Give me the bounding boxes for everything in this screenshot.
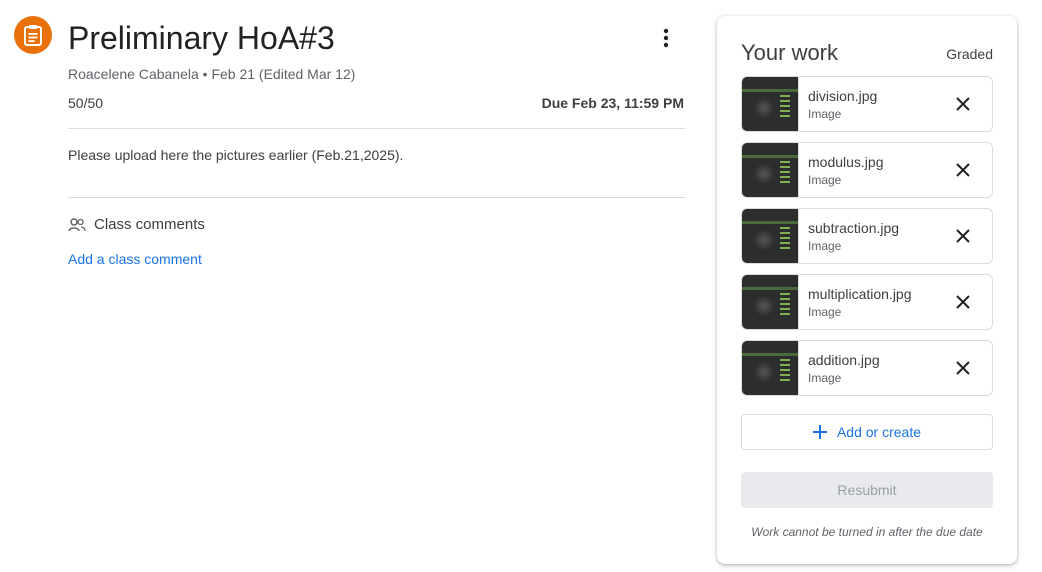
remove-attachment-button[interactable] [952,159,974,181]
plus-icon [812,425,827,439]
add-or-create-button[interactable]: Add or create [741,414,993,450]
class-comments-header: Class comments [68,216,205,233]
attachment-name: division.jpg [808,87,878,104]
attachment-item[interactable]: modulus.jpg Image [741,142,993,198]
close-icon [956,97,970,111]
attachment-item[interactable]: subtraction.jpg Image [741,208,993,264]
close-icon [956,163,970,177]
attachment-name: addition.jpg [808,351,880,368]
status-badge: Graded [946,46,993,62]
image-thumbnail [742,275,799,329]
attachment-type: Image [808,106,842,121]
attachment-list: division.jpg Image modulus.jpg Image sub… [741,76,993,406]
due-date-note: Work cannot be turned in after the due d… [751,525,983,539]
remove-attachment-button[interactable] [952,291,974,313]
close-icon [956,361,970,375]
close-icon [956,295,970,309]
close-icon [956,229,970,243]
remove-attachment-button[interactable] [952,93,974,115]
assignment-icon [14,16,52,54]
attachment-type: Image [808,304,842,319]
remove-attachment-button[interactable] [952,357,974,379]
assignment-meta: Roacelene Cabanela • Feb 21 (Edited Mar … [68,66,356,82]
attachment-name: multiplication.jpg [808,285,912,302]
assignment-description: Please upload here the pictures earlier … [68,147,404,163]
resubmit-button[interactable]: Resubmit [741,472,993,508]
image-thumbnail [742,341,799,395]
attachment-type: Image [808,172,842,187]
class-comments-label: Class comments [94,216,205,233]
add-or-create-label: Add or create [836,424,922,440]
attachment-item[interactable]: multiplication.jpg Image [741,274,993,330]
divider [68,128,685,129]
assignment-title: Preliminary HoA#3 [68,20,335,56]
attachment-item[interactable]: division.jpg Image [741,76,993,132]
image-thumbnail [742,77,799,131]
image-thumbnail [742,209,799,263]
add-class-comment-link[interactable]: Add a class comment [68,251,202,267]
attachment-item[interactable]: addition.jpg Image [741,340,993,396]
points-value: 50/50 [68,95,104,111]
due-date: Due Feb 23, 11:59 PM [541,95,684,111]
divider [68,197,685,198]
people-icon [68,217,86,231]
more-vert-icon [663,28,669,48]
remove-attachment-button[interactable] [952,225,974,247]
more-options-button[interactable] [652,24,680,52]
attachment-name: subtraction.jpg [808,219,900,236]
attachment-type: Image [808,238,842,253]
attachment-name: modulus.jpg [808,153,884,170]
your-work-title: Your work [741,40,839,65]
attachment-type: Image [808,370,842,385]
image-thumbnail [742,143,799,197]
your-work-panel: Your work Graded division.jpg Image modu… [717,16,1017,564]
